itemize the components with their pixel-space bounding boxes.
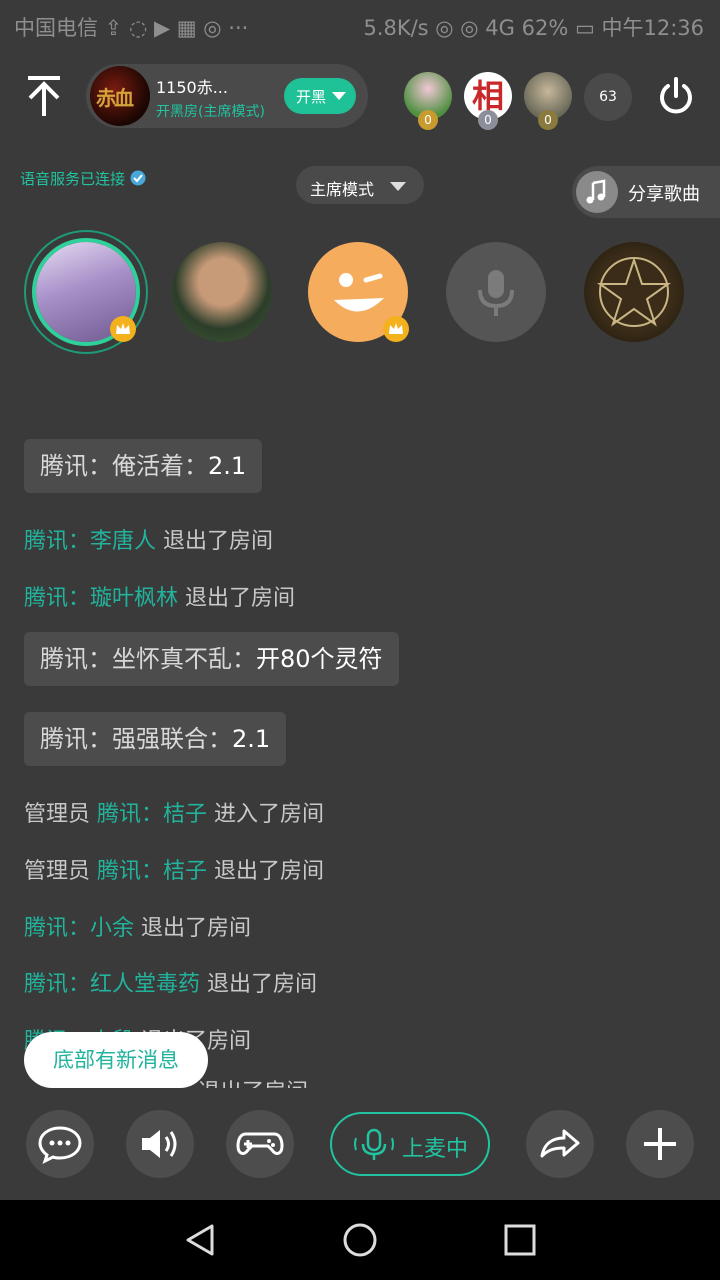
mic-status-button[interactable]: 上麦中 (330, 1112, 490, 1176)
new-message-toast[interactable]: 底部有新消息 (24, 1032, 208, 1088)
room-mode-button[interactable]: 开黑 (284, 78, 356, 114)
crown-icon (383, 316, 409, 342)
seat-avatar-5[interactable] (584, 242, 684, 342)
verified-check-icon (130, 170, 146, 186)
share-song-button[interactable]: 分享歌曲 (572, 166, 720, 218)
room-name: 1150赤... (156, 78, 228, 97)
plus-icon[interactable] (626, 1110, 694, 1178)
chat-bubble: 腾讯：坐怀真不乱：开80个灵符 (24, 632, 399, 686)
mode-label: 主席模式 (310, 180, 375, 199)
chevron-down-icon (390, 182, 406, 191)
minimize-arrow-icon[interactable] (24, 74, 64, 118)
system-message: 腾讯：璇叶枫林 退出了房间 (24, 586, 296, 611)
mic-status-label: 上麦中 (402, 1137, 469, 1162)
audience-badge-2: 0 (478, 110, 498, 130)
android-nav-bar (0, 1200, 720, 1280)
mic-icon (354, 1128, 394, 1160)
chat-bubble: 腾讯：俺活着：2.1 (24, 439, 263, 493)
status-right: 5.8K/s ◎ ◎ 4G 62% ▭ 中午12:36 (363, 16, 704, 40)
mic-icon (478, 270, 514, 316)
empty-seat[interactable] (446, 242, 546, 342)
system-message: 管理员 腾讯：桔子 进入了房间 (24, 802, 325, 827)
system-message: 腾讯：小余 退出了房间 (24, 916, 252, 941)
back-triangle-icon[interactable] (182, 1220, 222, 1260)
share-arrow-icon[interactable] (526, 1110, 594, 1178)
system-message: 退出了房间 (198, 1074, 308, 1088)
seat-avatar-2[interactable] (172, 242, 272, 342)
audience-badge-3: 0 (538, 110, 558, 130)
room-mode-label: 开黑 (296, 88, 327, 106)
recents-square-icon[interactable] (500, 1220, 540, 1260)
chat-icon[interactable] (26, 1110, 94, 1178)
system-message: 腾讯：红人堂毒药 退出了房间 (24, 972, 318, 997)
home-circle-icon[interactable] (340, 1220, 380, 1260)
status-bar: 中国电信 ⇪ ◌ ▶ ▦ ◎ ··· 5.8K/s ◎ ◎ 4G 62% ▭ 中… (0, 0, 720, 50)
power-icon[interactable] (656, 76, 696, 116)
status-left: 中国电信 ⇪ ◌ ▶ ▦ ◎ ··· (14, 16, 249, 40)
voice-status: 语音服务已连接 (20, 168, 146, 189)
room-avatar[interactable]: 赤血 (90, 66, 150, 126)
online-count[interactable]: 63 (584, 73, 632, 121)
gamepad-icon[interactable] (226, 1110, 294, 1178)
room-subtitle: 开黑房(主席模式) (156, 104, 265, 120)
mode-selector[interactable]: 主席模式 (296, 166, 424, 204)
audience-badge-1: 0 (418, 110, 438, 130)
music-note-icon (576, 171, 618, 213)
speaker-icon[interactable] (126, 1110, 194, 1178)
chat-bubble: 腾讯：强强联合：2.1 (24, 712, 287, 766)
system-message: 管理员 腾讯：桔子 退出了房间 (24, 859, 325, 884)
share-song-label: 分享歌曲 (628, 184, 700, 205)
system-message: 腾讯：李唐人 退出了房间 (24, 529, 274, 554)
chevron-down-icon (332, 92, 346, 100)
crown-icon (110, 316, 136, 342)
